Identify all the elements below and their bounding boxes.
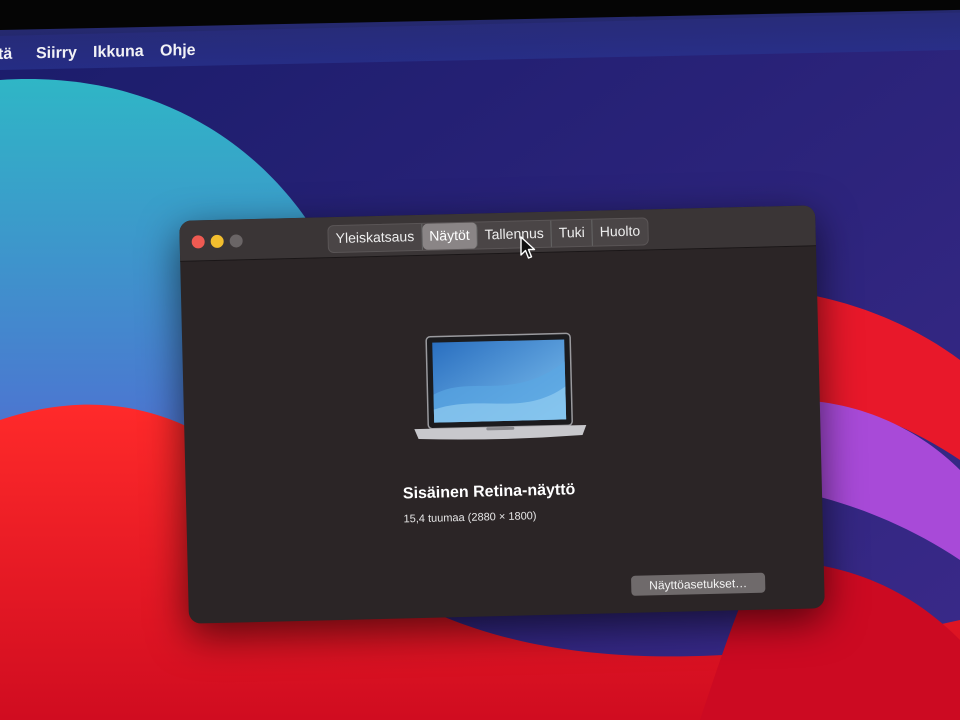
tab-bar: Yleiskatsaus Näytöt Tallennus Tuki Huolt… bbox=[327, 217, 649, 254]
display-name: Sisäinen Retina-näyttö bbox=[402, 481, 576, 503]
display-size: 15,4 tuumaa (2880 × 1800) bbox=[403, 510, 537, 526]
macbook-pro-icon bbox=[414, 332, 587, 440]
tab-service[interactable]: Huolto bbox=[592, 218, 647, 245]
menu-item-file-partial[interactable]: tä bbox=[0, 46, 12, 64]
display-settings-button[interactable]: Näyttöasetukset… bbox=[630, 572, 766, 596]
tab-overview[interactable]: Yleiskatsaus bbox=[328, 223, 423, 253]
menu-item-window[interactable]: Ikkuna bbox=[93, 43, 144, 62]
tab-storage[interactable]: Tallennus bbox=[477, 220, 553, 249]
minimize-button[interactable] bbox=[210, 234, 224, 249]
mouse-cursor-icon bbox=[520, 236, 536, 259]
tab-displays[interactable]: Näytöt bbox=[421, 222, 479, 250]
menu-item-help[interactable]: Ohje bbox=[160, 42, 196, 61]
tab-support[interactable]: Tuki bbox=[551, 219, 594, 247]
menu-item-go[interactable]: Siirry bbox=[36, 44, 77, 63]
zoom-button[interactable] bbox=[229, 234, 243, 248]
close-button[interactable] bbox=[191, 235, 205, 249]
about-this-mac-window: Yleiskatsaus Näytöt Tallennus Tuki Huolt… bbox=[179, 205, 825, 624]
